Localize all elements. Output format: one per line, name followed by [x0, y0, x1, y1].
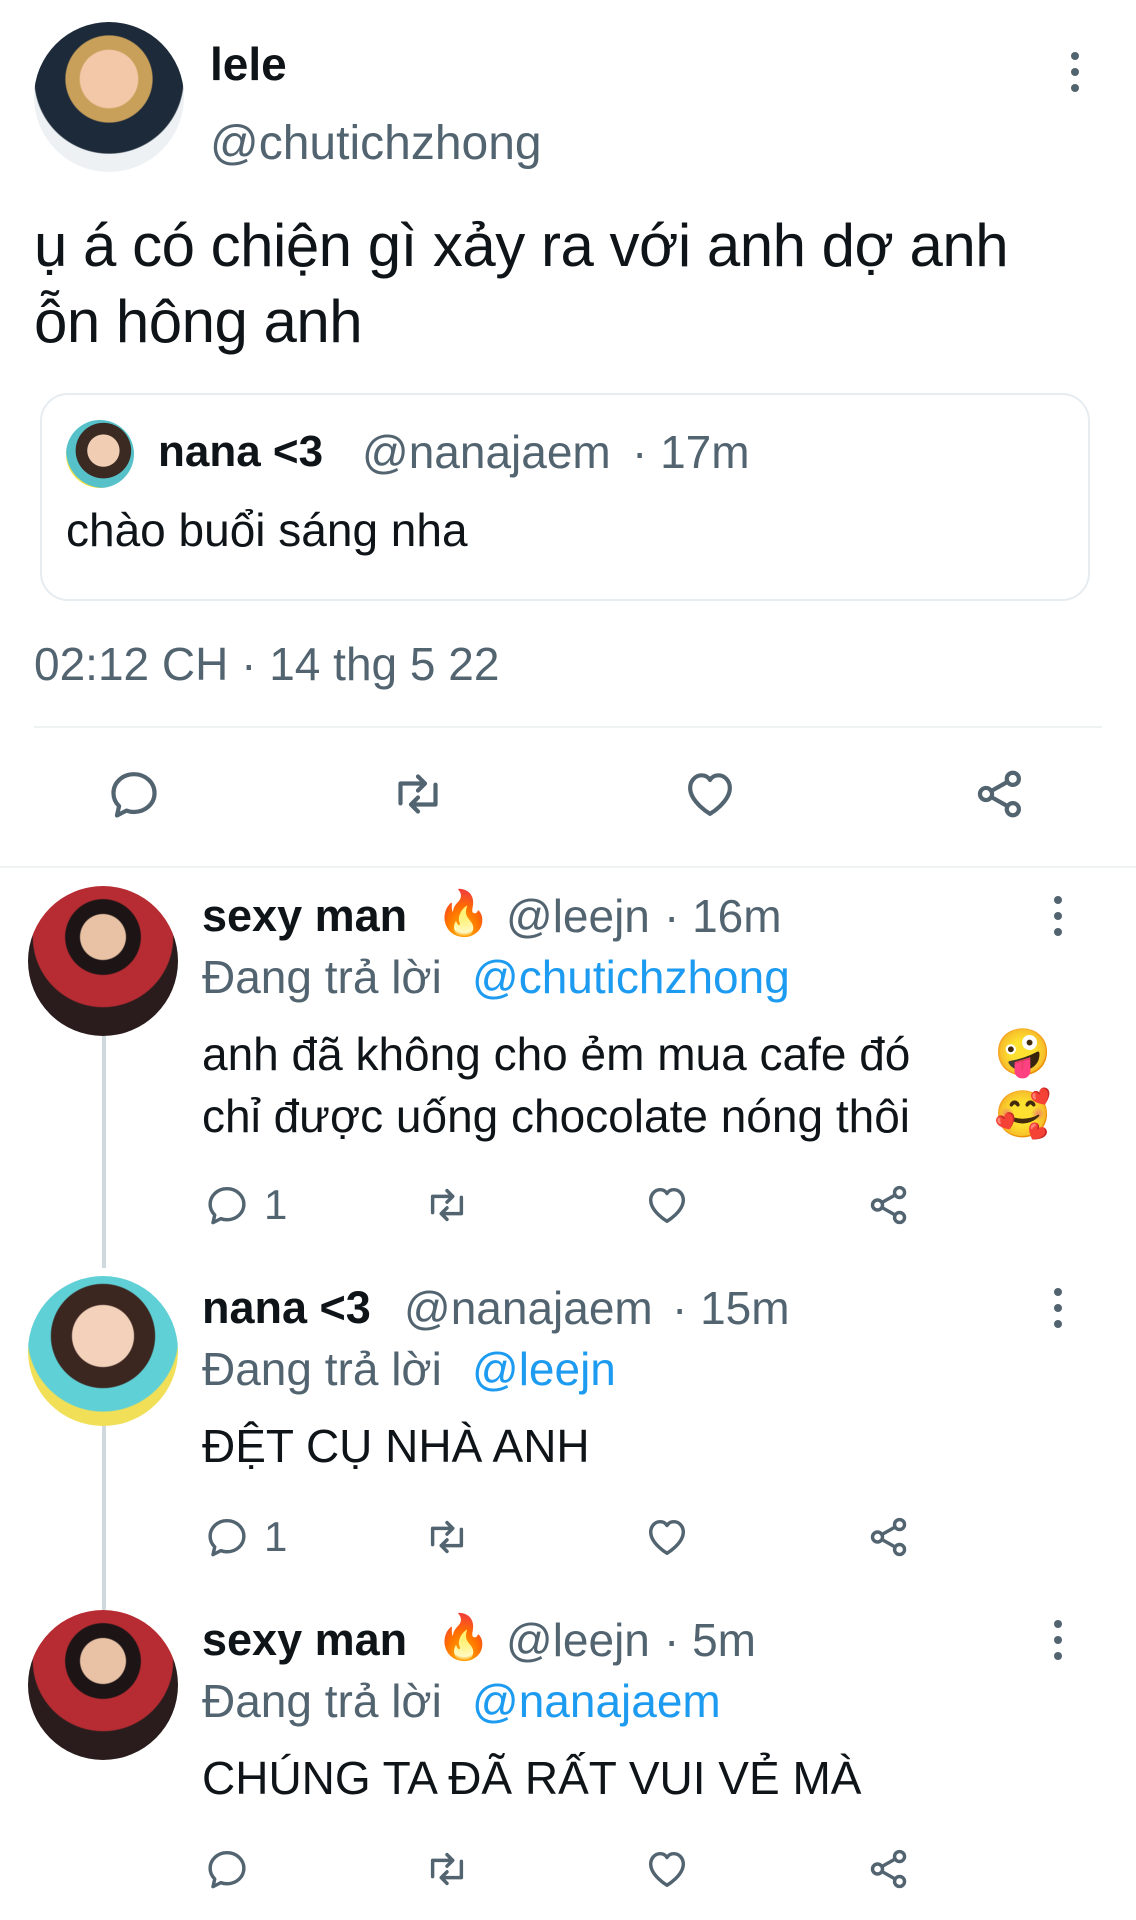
replying-to-handle[interactable]: @chutichzhong	[472, 950, 790, 1004]
reply-user-handle[interactable]: @nanajaem	[404, 1282, 653, 1334]
heart-icon[interactable]	[644, 1846, 690, 1892]
more-options-icon[interactable]	[1048, 886, 1068, 946]
more-options-icon[interactable]	[1065, 42, 1085, 102]
avatar[interactable]	[34, 22, 184, 172]
reply-icon[interactable]	[204, 1846, 250, 1892]
user-handle[interactable]: @chutichzhong	[210, 116, 542, 172]
reply-display-name[interactable]: sexy man	[202, 1614, 407, 1666]
tweet-text-line-1: ụ á có chiện gì xảy ra với anh dợ anh	[34, 212, 1009, 279]
fire-emoji: 🔥	[436, 1613, 491, 1662]
replying-to-handle[interactable]: @nanajaem	[472, 1674, 721, 1728]
share-icon[interactable]	[866, 1846, 912, 1892]
quoted-avatar	[66, 420, 134, 488]
retweet-icon[interactable]	[390, 766, 446, 822]
fire-emoji: 🔥	[436, 889, 491, 938]
replying-to-label: Đang trả lời	[202, 1675, 442, 1727]
reply-icon[interactable]	[204, 1182, 250, 1228]
heart-icon[interactable]	[644, 1514, 690, 1560]
retweet-icon[interactable]	[424, 1514, 470, 1560]
replying-to-label: Đang trả lời	[202, 1343, 442, 1395]
reply-timestamp: · 15m	[672, 1282, 790, 1334]
reply-text-line-2: chỉ được uống chocolate nóng thôi	[202, 1090, 910, 1142]
quoted-tweet[interactable]	[40, 393, 1090, 601]
share-icon[interactable]	[866, 1514, 912, 1560]
reply-icon[interactable]	[106, 766, 162, 822]
heart-icon[interactable]	[682, 766, 738, 822]
heart-icon[interactable]	[644, 1182, 690, 1228]
avatar[interactable]	[28, 1610, 178, 1760]
zany-face-emoji: 🤪	[994, 1026, 1052, 1078]
reply-user-handle[interactable]: @leejn	[506, 890, 650, 942]
divider	[34, 726, 1102, 728]
thread-line	[102, 1424, 106, 1610]
share-icon[interactable]	[866, 1182, 912, 1228]
tweet-timestamp[interactable]: 02:12 CH · 14 thg 5 22	[34, 636, 499, 692]
display-name[interactable]: lele	[210, 38, 287, 90]
quoted-user-handle: @nanajaem	[362, 426, 611, 478]
quoted-text: chào buổi sáng nha	[66, 504, 468, 556]
reply-icon[interactable]	[204, 1514, 250, 1560]
reply-count: 1	[264, 1513, 288, 1560]
reply-user-handle[interactable]: @leejn	[506, 1614, 650, 1666]
retweet-icon[interactable]	[424, 1846, 470, 1892]
reply-text-line-1: anh đã không cho ẻm mua cafe đó	[202, 1028, 911, 1080]
more-options-icon[interactable]	[1048, 1610, 1068, 1670]
reply-timestamp: · 5m	[664, 1614, 756, 1666]
reply-text-line-1: CHÚNG TA ĐÃ RẤT VUI VẺ MÀ	[202, 1752, 862, 1804]
avatar[interactable]	[28, 886, 178, 1036]
share-icon[interactable]	[972, 766, 1028, 822]
quoted-display-name: nana <3	[158, 427, 324, 476]
reply-display-name[interactable]: nana <3	[202, 1282, 371, 1334]
more-options-icon[interactable]	[1048, 1278, 1068, 1338]
thread-line	[102, 1036, 106, 1268]
reply-text-line-1: ĐỆT CỤ NHÀ ANH	[202, 1420, 590, 1472]
replying-to-label: Đang trả lời	[202, 951, 442, 1003]
retweet-icon[interactable]	[424, 1182, 470, 1228]
avatar[interactable]	[28, 1276, 178, 1426]
smiling-hearts-emoji: 🥰	[994, 1088, 1052, 1140]
divider	[0, 866, 1136, 868]
reply-timestamp: · 16m	[664, 890, 782, 942]
reply-display-name[interactable]: sexy man	[202, 890, 407, 942]
quoted-timestamp: · 17m	[632, 426, 750, 478]
reply-count: 1	[264, 1181, 288, 1228]
replying-to-handle[interactable]: @leejn	[472, 1342, 616, 1396]
tweet-text-line-2: ỗn hông anh	[34, 288, 363, 355]
